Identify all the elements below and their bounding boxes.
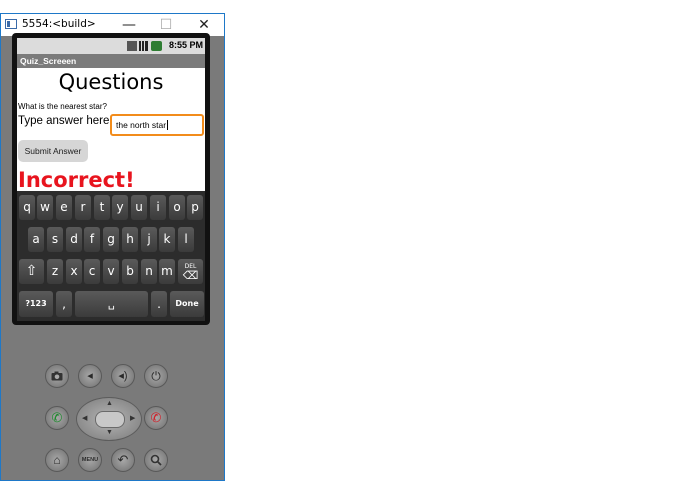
key-g[interactable]: g [103, 227, 119, 252]
space-key[interactable]: ␣ [75, 291, 148, 317]
key-u[interactable]: u [131, 195, 147, 220]
key-s[interactable]: s [47, 227, 63, 252]
power-icon[interactable]: ⏻ [144, 364, 168, 388]
period-key[interactable]: . [151, 291, 167, 317]
key-e[interactable]: e [56, 195, 72, 220]
answer-label: Type answer here: [18, 115, 113, 127]
key-l[interactable]: l [178, 227, 194, 252]
key-a[interactable]: a [28, 227, 44, 252]
key-f[interactable]: f [84, 227, 100, 252]
menu-label: MENU [81, 457, 99, 463]
key-k[interactable]: k [159, 227, 175, 252]
signal-icon [139, 41, 148, 51]
sync-icon [127, 41, 137, 51]
dpad[interactable]: ▲ ▼ ◀ ▶ [76, 397, 142, 441]
dpad-right-icon[interactable]: ▶ [130, 414, 135, 422]
answer-input-value: the north star [116, 120, 167, 130]
done-key[interactable]: Done [170, 291, 204, 317]
key-i[interactable]: i [150, 195, 166, 220]
dpad-left-icon[interactable]: ◀ [82, 414, 87, 422]
key-w[interactable]: w [37, 195, 53, 220]
backspace-icon: ⌫ [182, 269, 199, 282]
window-title: 5554:<build> [22, 18, 96, 30]
key-d[interactable]: d [66, 227, 82, 252]
call-icon[interactable]: ✆ [45, 406, 69, 430]
menu-button[interactable]: MENU [78, 448, 102, 472]
key-r[interactable]: r [75, 195, 91, 220]
submit-answer-button[interactable]: Submit Answer [18, 140, 88, 162]
volume-down-icon[interactable]: ◂ [78, 364, 102, 388]
comma-key[interactable]: , [56, 291, 72, 317]
key-x[interactable]: x [66, 259, 82, 284]
key-p[interactable]: p [187, 195, 203, 220]
key-j[interactable]: j [141, 227, 157, 252]
symbols-key[interactable]: ?123 [19, 291, 53, 317]
home-icon[interactable]: ⌂ [45, 448, 69, 472]
status-bar: 8:55 PM [17, 38, 205, 54]
battery-icon [151, 41, 162, 51]
key-b[interactable]: b [122, 259, 138, 284]
key-m[interactable]: m [159, 259, 175, 284]
shift-key[interactable]: ⇧ [19, 259, 44, 284]
search-icon[interactable] [144, 448, 168, 472]
key-v[interactable]: v [103, 259, 119, 284]
question-text: What is the nearest star? [18, 102, 107, 111]
key-t[interactable]: t [94, 195, 110, 220]
dpad-down-icon[interactable]: ▼ [106, 429, 113, 436]
key-q[interactable]: q [19, 195, 35, 220]
app-icon [5, 19, 17, 29]
device-screen: 8:55 PM Quiz_Screeen Questions What is t… [17, 38, 205, 321]
delete-key[interactable]: DEL ⌫ [178, 259, 203, 284]
dpad-up-icon[interactable]: ▲ [106, 400, 113, 407]
answer-input[interactable]: the north star [110, 114, 204, 136]
dpad-center-button[interactable] [95, 411, 125, 428]
key-z[interactable]: z [47, 259, 63, 284]
result-message: Incorrect! [18, 168, 135, 192]
key-h[interactable]: h [122, 227, 138, 252]
app-title-bar: Quiz_Screeen [17, 54, 205, 68]
back-icon[interactable]: ↶ [111, 448, 135, 472]
page-title: Questions [58, 70, 164, 94]
key-c[interactable]: c [84, 259, 100, 284]
soft-keyboard: q w e r t y u i o p a s d f g h j k l ⇧ … [17, 191, 205, 321]
key-o[interactable]: o [169, 195, 185, 220]
status-time: 8:55 PM [168, 40, 203, 50]
key-y[interactable]: y [112, 195, 128, 220]
volume-up-icon[interactable]: ◂) [111, 364, 135, 388]
end-call-icon[interactable]: ✆ [144, 406, 168, 430]
camera-icon[interactable] [45, 364, 69, 388]
key-n[interactable]: n [141, 259, 157, 284]
